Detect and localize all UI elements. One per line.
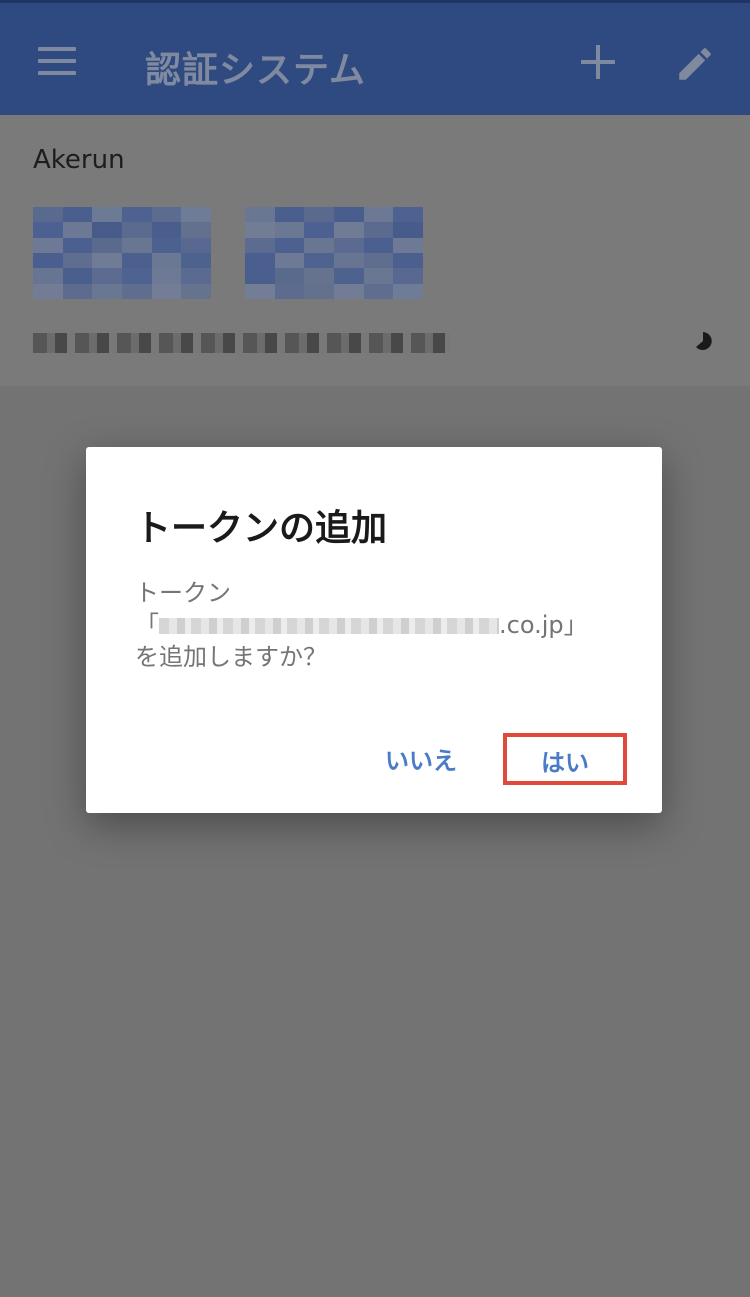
- dialog-message-line1: トークン: [135, 579, 231, 607]
- edit-icon[interactable]: [674, 43, 716, 85]
- account-card[interactable]: Akerun: [0, 115, 750, 386]
- dialog-title: トークンの追加: [135, 508, 388, 549]
- account-issuer: Akerun: [33, 145, 125, 175]
- dialog-message-token: 「 .co.jp」: [135, 609, 588, 641]
- app-bar: 認証システム: [0, 0, 750, 115]
- otp-code-masked: [33, 207, 423, 299]
- screen: 認証システム Akerun トークンの追加 トークン 「 .co.jp」 を追加…: [0, 0, 750, 1297]
- dialog-message-line3: を追加しますか？: [135, 643, 327, 671]
- dialog-message: トークン 「 .co.jp」 を追加しますか？: [135, 577, 588, 673]
- no-button[interactable]: いいえ: [382, 743, 460, 779]
- countdown-timer-icon: [692, 330, 714, 352]
- token-name-masked: [159, 618, 499, 634]
- menu-icon[interactable]: [38, 47, 76, 75]
- add-icon[interactable]: [581, 45, 615, 79]
- token-suffix: .co.jp」: [499, 611, 588, 639]
- add-token-dialog: トークンの追加 トークン 「 .co.jp」 を追加しますか？ いいえ はい: [86, 447, 662, 813]
- account-name-masked: [33, 333, 451, 353]
- app-title: 認証システム: [145, 50, 366, 91]
- token-prefix: 「: [135, 611, 159, 639]
- yes-button[interactable]: はい: [503, 733, 627, 785]
